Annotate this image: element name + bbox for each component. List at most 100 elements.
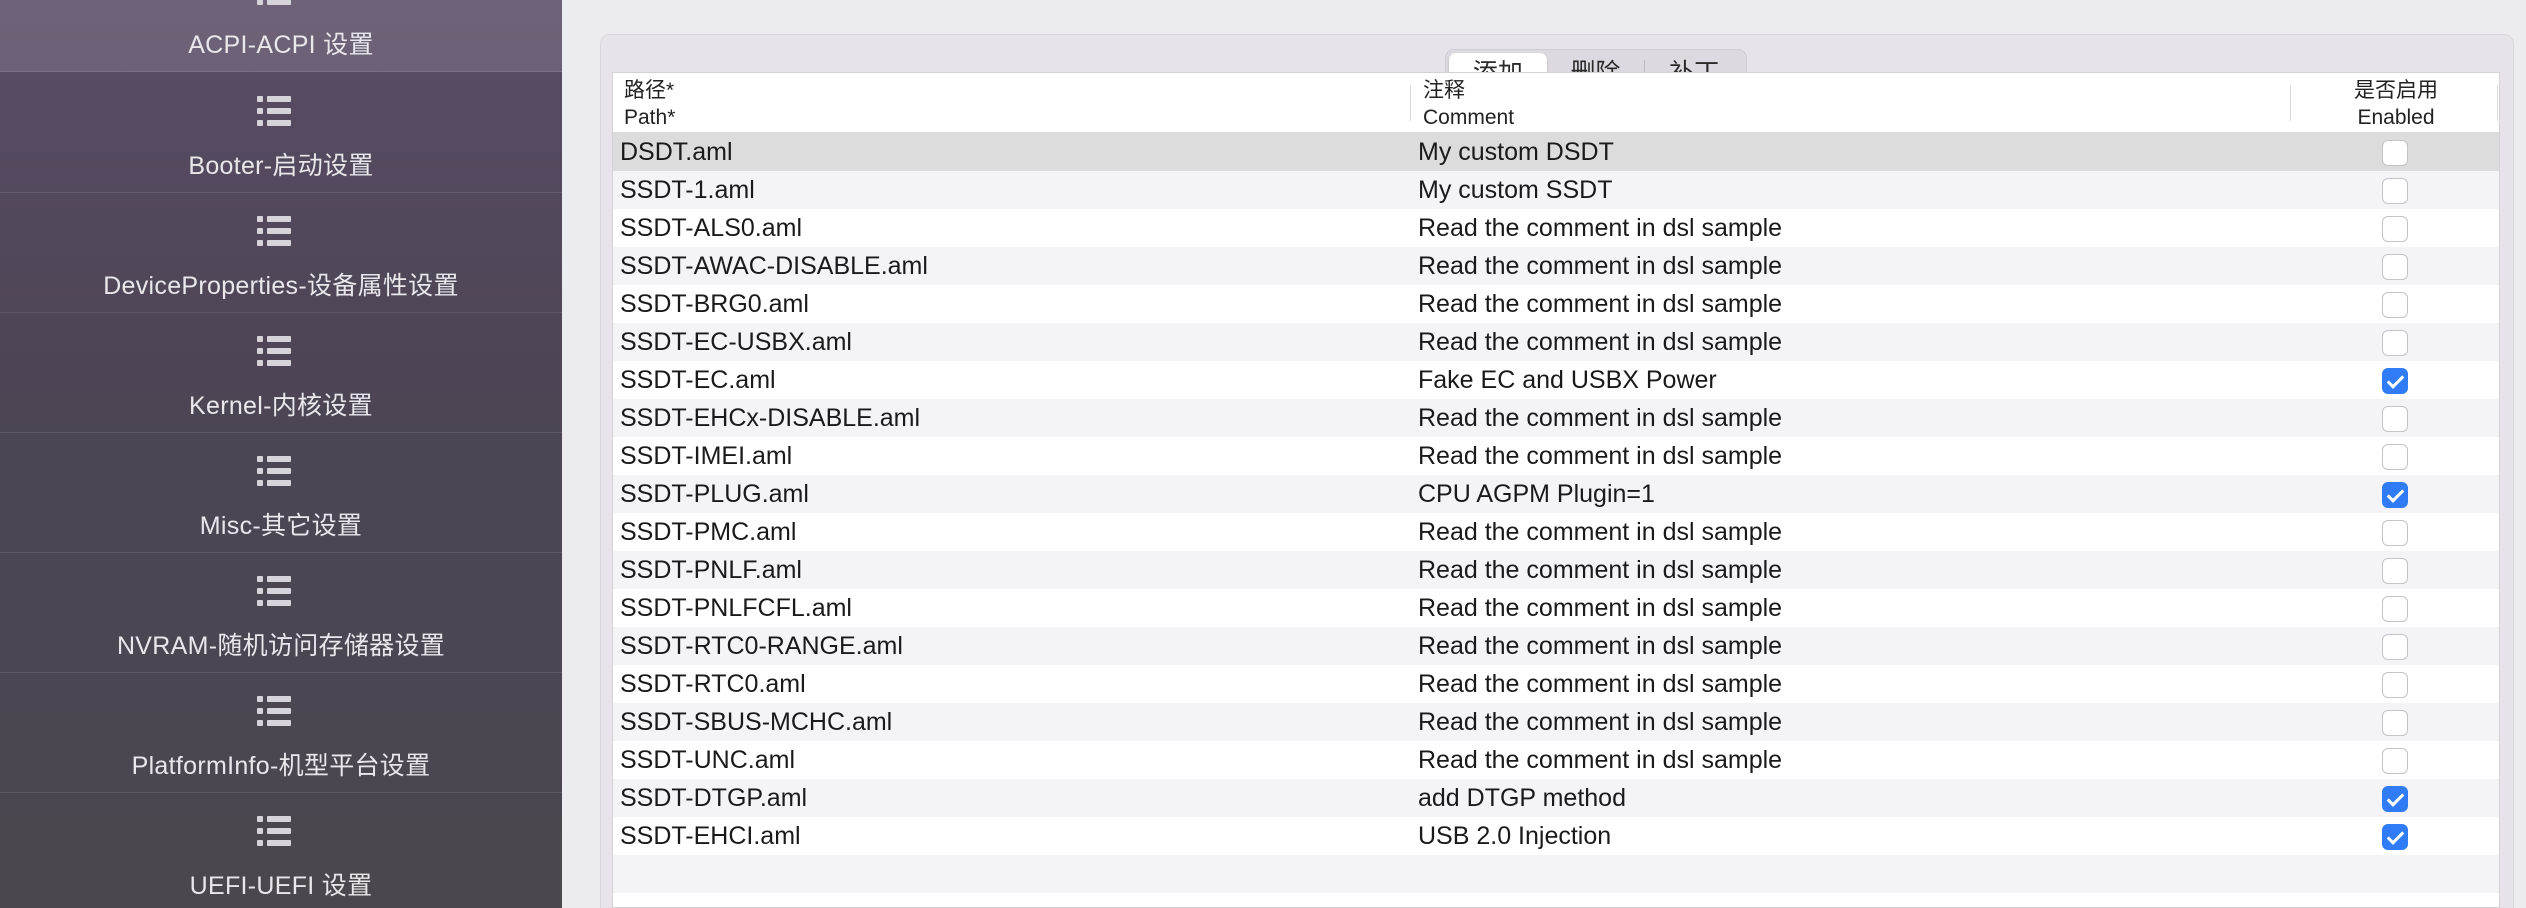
list-icon	[257, 0, 291, 5]
cell-comment[interactable]: Fake EC and USBX Power	[1418, 361, 1717, 399]
cell-path[interactable]: SSDT-PNLFCFL.aml	[620, 589, 852, 627]
table-row[interactable]: SSDT-EC-USBX.aml Read the comment in dsl …	[613, 323, 2499, 361]
sidebar-item[interactable]: Kernel-内核设置	[0, 313, 562, 433]
table-row[interactable]: SSDT-PLUG.aml CPU AGPM Plugin=1	[613, 475, 2499, 513]
table-row[interactable]: SSDT-PNLFCFL.aml Read the comment in dsl …	[613, 589, 2499, 627]
column-header-path[interactable]: 路径* Path*	[624, 77, 675, 131]
cell-comment[interactable]: Read the comment in dsl sample	[1418, 285, 1782, 323]
sidebar-item-label: UEFI-UEFI 设置	[189, 872, 373, 900]
column-header-enabled[interactable]: 是否启用 Enabled	[2351, 77, 2441, 131]
enabled-checkbox[interactable]	[2382, 330, 2408, 356]
list-icon	[257, 336, 291, 366]
cell-comment[interactable]: Read the comment in dsl sample	[1418, 399, 1782, 437]
enabled-checkbox[interactable]	[2382, 710, 2408, 736]
sidebar-item-label: Misc-其它设置	[199, 512, 363, 540]
column-header-comment[interactable]: 注释 Comment	[1423, 77, 1514, 131]
cell-comment[interactable]: Read the comment in dsl sample	[1418, 627, 1782, 665]
column-divider[interactable]	[2290, 85, 2291, 121]
cell-path[interactable]: SSDT-PNLF.aml	[620, 551, 802, 589]
header-comment-en: Comment	[1423, 106, 1515, 129]
table-row[interactable]: SSDT-EHCx-DISABLE.aml Read the comment in…	[613, 399, 2499, 437]
table-row[interactable]: SSDT-SBUS-MCHC.aml Read the comment in ds…	[613, 703, 2499, 741]
cell-comment[interactable]: Read the comment in dsl sample	[1418, 703, 1782, 741]
table-row[interactable]: SSDT-RTC0.aml Read the comment in dsl sam…	[613, 665, 2499, 703]
enabled-checkbox[interactable]	[2382, 254, 2408, 280]
table-row[interactable]: SSDT-1.aml My custom SSDT	[613, 171, 2499, 209]
enabled-checkbox[interactable]	[2382, 520, 2408, 546]
cell-path[interactable]: SSDT-EC.aml	[620, 361, 776, 399]
sidebar-item[interactable]: PlatformInfo-机型平台设置	[0, 673, 562, 793]
enabled-checkbox[interactable]	[2382, 482, 2408, 508]
table-row[interactable]: DSDT.aml My custom DSDT	[613, 133, 2499, 171]
sidebar-item[interactable]: NVRAM-随机访问存储器设置	[0, 553, 562, 673]
column-divider[interactable]	[1410, 85, 1411, 121]
enabled-checkbox[interactable]	[2382, 216, 2408, 242]
cell-path[interactable]: SSDT-RTC0.aml	[620, 665, 806, 703]
sidebar-item[interactable]: DeviceProperties-设备属性设置	[0, 193, 562, 313]
cell-path[interactable]: SSDT-PMC.aml	[620, 513, 796, 551]
cell-comment[interactable]: Read the comment in dsl sample	[1418, 437, 1782, 475]
enabled-checkbox[interactable]	[2382, 824, 2408, 850]
header-enabled-cn: 是否启用	[2354, 79, 2438, 102]
enabled-checkbox[interactable]	[2382, 558, 2408, 584]
enabled-checkbox[interactable]	[2382, 634, 2408, 660]
cell-comment[interactable]: Read the comment in dsl sample	[1418, 741, 1782, 779]
table-row[interactable]: SSDT-ALS0.aml Read the comment in dsl sam…	[613, 209, 2499, 247]
table-row[interactable]: SSDT-AWAC-DISABLE.aml Read the comment in…	[613, 247, 2499, 285]
cell-path[interactable]: SSDT-EHCx-DISABLE.aml	[620, 399, 920, 437]
sidebar-item[interactable]: UEFI-UEFI 设置	[0, 793, 562, 908]
cell-path[interactable]: SSDT-BRG0.aml	[620, 285, 809, 323]
cell-comment[interactable]: My custom SSDT	[1418, 171, 1612, 209]
enabled-checkbox[interactable]	[2382, 444, 2408, 470]
table-row[interactable]: SSDT-RTC0-RANGE.aml Read the comment in d…	[613, 627, 2499, 665]
cell-comment[interactable]: Read the comment in dsl sample	[1418, 513, 1782, 551]
table-row[interactable]: SSDT-EHCI.aml USB 2.0 Injection	[613, 817, 2499, 855]
cell-path[interactable]: SSDT-SBUS-MCHC.aml	[620, 703, 892, 741]
cell-comment[interactable]: Read the comment in dsl sample	[1418, 551, 1782, 589]
cell-comment[interactable]: Read the comment in dsl sample	[1418, 323, 1782, 361]
enabled-checkbox[interactable]	[2382, 368, 2408, 394]
header-enabled-en: Enabled	[2357, 106, 2435, 129]
cell-path[interactable]: SSDT-ALS0.aml	[620, 209, 802, 247]
cell-comment[interactable]: Read the comment in dsl sample	[1418, 247, 1782, 285]
cell-path[interactable]: SSDT-AWAC-DISABLE.aml	[620, 247, 928, 285]
enabled-checkbox[interactable]	[2382, 672, 2408, 698]
cell-comment[interactable]: Read the comment in dsl sample	[1418, 665, 1782, 703]
header-comment-cn: 注释	[1423, 79, 1465, 102]
sidebar-item[interactable]: Booter-启动设置	[0, 73, 562, 193]
table-row	[613, 893, 2499, 908]
sidebar-item[interactable]: ACPI-ACPI 设置	[0, 0, 562, 72]
table-row[interactable]: SSDT-BRG0.aml Read the comment in dsl sam…	[613, 285, 2499, 323]
table-row[interactable]: SSDT-PMC.aml Read the comment in dsl samp…	[613, 513, 2499, 551]
table-row[interactable]: SSDT-PNLF.aml Read the comment in dsl sam…	[613, 551, 2499, 589]
table-row[interactable]: SSDT-IMEI.aml Read the comment in dsl sam…	[613, 437, 2499, 475]
sidebar: ACPI-ACPI 设置 Booter-启动设置 DeviceProperties-…	[0, 0, 562, 908]
enabled-checkbox[interactable]	[2382, 596, 2408, 622]
cell-path[interactable]: SSDT-1.aml	[620, 171, 755, 209]
enabled-checkbox[interactable]	[2382, 292, 2408, 318]
cell-comment[interactable]: add DTGP method	[1418, 779, 1626, 817]
cell-path[interactable]: SSDT-EC-USBX.aml	[620, 323, 852, 361]
cell-path[interactable]: DSDT.aml	[620, 133, 733, 171]
cell-comment[interactable]: CPU AGPM Plugin=1	[1418, 475, 1655, 513]
enabled-checkbox[interactable]	[2382, 786, 2408, 812]
cell-path[interactable]: SSDT-PLUG.aml	[620, 475, 809, 513]
enabled-checkbox[interactable]	[2382, 406, 2408, 432]
table-row[interactable]: SSDT-UNC.aml Read the comment in dsl samp…	[613, 741, 2499, 779]
enabled-checkbox[interactable]	[2382, 748, 2408, 774]
cell-comment[interactable]: USB 2.0 Injection	[1418, 817, 1611, 855]
cell-path[interactable]: SSDT-UNC.aml	[620, 741, 795, 779]
cell-comment[interactable]: Read the comment in dsl sample	[1418, 589, 1782, 627]
list-icon	[257, 696, 291, 726]
enabled-checkbox[interactable]	[2382, 140, 2408, 166]
cell-path[interactable]: SSDT-DTGP.aml	[620, 779, 807, 817]
cell-comment[interactable]: My custom DSDT	[1418, 133, 1614, 171]
table-row[interactable]: SSDT-DTGP.aml add DTGP method	[613, 779, 2499, 817]
table-row[interactable]: SSDT-EC.aml Fake EC and USBX Power	[613, 361, 2499, 399]
sidebar-item[interactable]: Misc-其它设置	[0, 433, 562, 553]
cell-path[interactable]: SSDT-EHCI.aml	[620, 817, 801, 855]
enabled-checkbox[interactable]	[2382, 178, 2408, 204]
cell-path[interactable]: SSDT-RTC0-RANGE.aml	[620, 627, 903, 665]
cell-path[interactable]: SSDT-IMEI.aml	[620, 437, 792, 475]
cell-comment[interactable]: Read the comment in dsl sample	[1418, 209, 1782, 247]
